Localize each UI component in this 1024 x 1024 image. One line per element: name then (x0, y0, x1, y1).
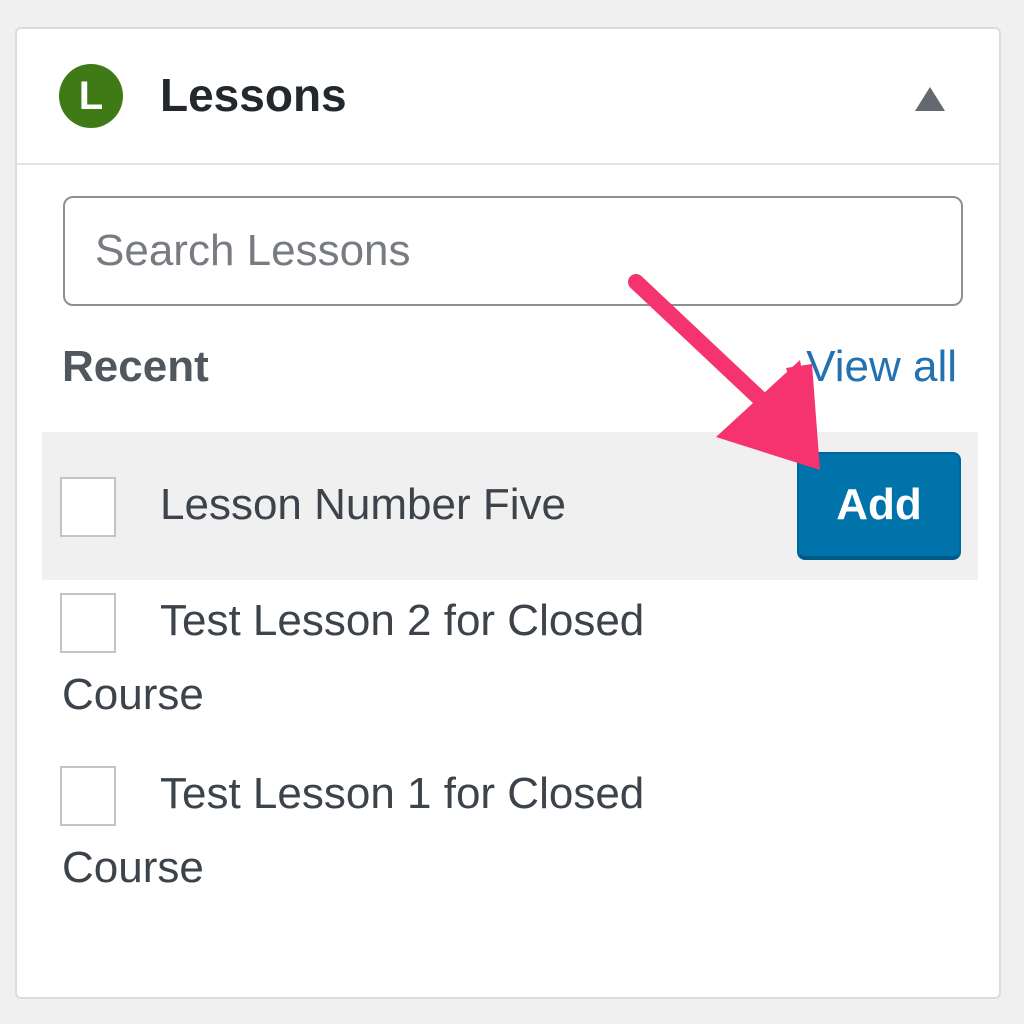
item-checkbox[interactable] (60, 593, 116, 653)
add-button[interactable]: Add (797, 452, 961, 560)
item-checkbox[interactable] (60, 477, 116, 537)
search-input[interactable] (63, 196, 963, 306)
view-all-link[interactable]: View all (806, 339, 957, 395)
item-checkbox[interactable] (60, 766, 116, 826)
item-label: Test Lesson 1 for Closed (160, 769, 645, 818)
collapse-triangle-icon[interactable] (915, 87, 945, 111)
recent-heading: Recent (62, 342, 209, 391)
widget-title: Lessons (160, 69, 347, 121)
item-label: Lesson Number Five (160, 480, 566, 529)
item-label-continued: Course (62, 843, 204, 892)
item-label: Test Lesson 2 for Closed (160, 596, 645, 645)
lessons-logo-icon: L (59, 64, 123, 128)
list-item: Test Lesson 1 for Closed Course (42, 758, 978, 918)
item-label-continued: Course (62, 670, 204, 719)
lessons-widget: L Lessons Recent View all Lesson Number … (15, 27, 1001, 999)
list-item: Test Lesson 2 for Closed Course (42, 585, 978, 745)
widget-header[interactable]: L Lessons (17, 29, 999, 165)
